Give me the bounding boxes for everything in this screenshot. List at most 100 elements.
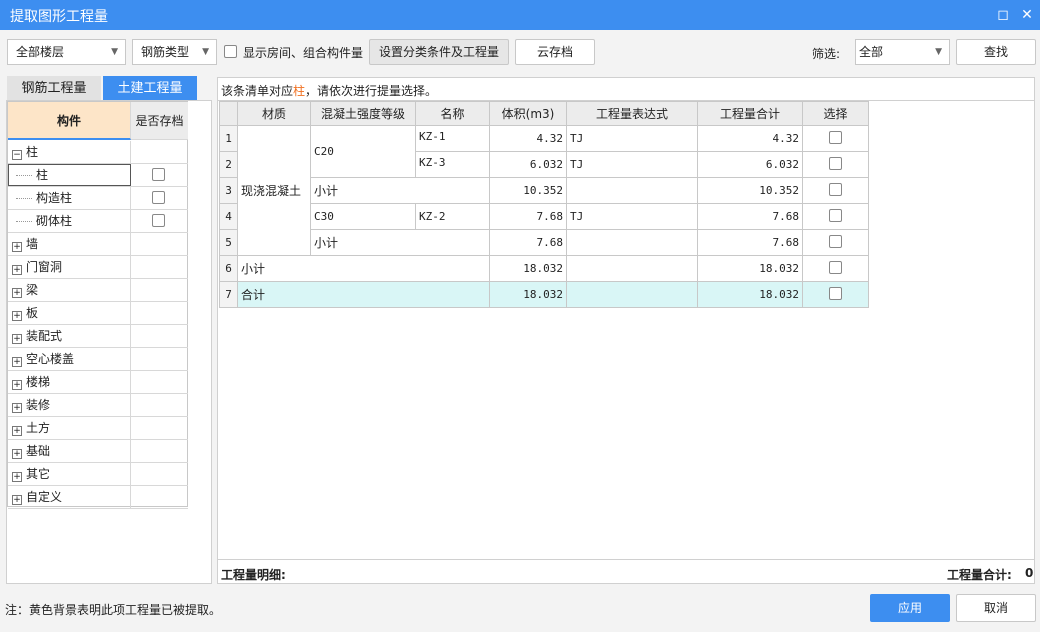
tree-item[interactable]: + 楼梯: [8, 371, 188, 394]
select-checkbox[interactable]: [829, 182, 842, 196]
expr-cell[interactable]: TJ: [566, 151, 698, 178]
expr-cell[interactable]: TJ: [566, 125, 698, 152]
volume-cell[interactable]: 4.32: [489, 125, 567, 152]
select-checkbox[interactable]: [829, 260, 842, 274]
expand-icon[interactable]: +: [12, 265, 22, 275]
table-row: 6 小计 18.032 18.032: [219, 255, 869, 282]
expand-icon[interactable]: +: [12, 357, 22, 367]
archive-checkbox[interactable]: [152, 168, 165, 181]
select-checkbox[interactable]: [829, 208, 842, 222]
table-header: 材质 混凝土强度等级 名称 体积(m3) 工程量表达式 工程量合计 选择: [219, 101, 869, 126]
tree-item[interactable]: + 墙: [8, 233, 188, 256]
tree-item[interactable]: + 其它: [8, 463, 188, 486]
name-cell: KZ-3: [415, 151, 490, 178]
expand-icon[interactable]: +: [12, 449, 22, 459]
expand-icon[interactable]: +: [12, 380, 22, 390]
tree-subitem[interactable]: 构造柱: [8, 187, 188, 210]
tree-item-label: 其它: [26, 467, 51, 481]
filter-select[interactable]: 全部 ▼: [855, 39, 950, 65]
set-conditions-button[interactable]: 设置分类条件及工程量: [369, 39, 509, 65]
rebar-type-select[interactable]: 钢筋类型 ▼: [132, 39, 217, 65]
tree-item-label: 空心楼盖: [26, 352, 75, 366]
total-cell: 7.68: [697, 203, 803, 230]
grade-cell: C30: [310, 203, 416, 230]
tab-civil[interactable]: 土建工程量: [103, 76, 197, 101]
table-row: 4 C30 KZ-2 7.68 TJ 7.68: [219, 203, 869, 230]
col-header: 材质: [237, 101, 311, 126]
tree-item-label: 柱: [36, 168, 49, 182]
tree-item[interactable]: + 板: [8, 302, 188, 325]
row-number: 3: [219, 177, 238, 204]
select-checkbox[interactable]: [829, 156, 842, 170]
expand-icon[interactable]: +: [12, 403, 22, 413]
chevron-down-icon: ▼: [111, 47, 118, 57]
note-text: 注：黄色背景表明此项工程量已被提取。: [5, 603, 222, 617]
tree-subitem[interactable]: 柱: [8, 164, 188, 187]
expand-icon[interactable]: +: [12, 495, 22, 505]
floor-value: 全部楼层: [16, 45, 65, 59]
material-cell: 现浇混凝土: [237, 125, 311, 256]
tree-item-label: 土方: [26, 421, 51, 435]
tree-header-archived: 是否存档: [131, 102, 188, 140]
tree-item[interactable]: + 装配式: [8, 325, 188, 348]
expand-icon[interactable]: +: [12, 426, 22, 436]
apply-button[interactable]: 应用: [870, 594, 950, 622]
tree-item[interactable]: + 基础: [8, 440, 188, 463]
row-number: 4: [219, 203, 238, 230]
volume-cell[interactable]: 7.68: [489, 203, 567, 230]
expand-icon[interactable]: +: [12, 242, 22, 252]
subtotal-label: 小计: [310, 177, 490, 204]
expr-cell: [566, 229, 698, 256]
col-header: 名称: [415, 101, 490, 126]
select-checkbox[interactable]: [829, 234, 842, 248]
floor-select[interactable]: 全部楼层 ▼: [7, 39, 126, 65]
filter-label: 筛选:: [812, 47, 841, 61]
tab-rebar[interactable]: 钢筋工程量: [7, 76, 101, 101]
row-number: 5: [219, 229, 238, 256]
chevron-down-icon: ▼: [202, 47, 209, 57]
total-cell: 10.352: [697, 177, 803, 204]
tree-item-label: 门窗洞: [26, 260, 63, 274]
archive-checkbox[interactable]: [152, 191, 165, 204]
filter-value: 全部: [859, 45, 884, 59]
expand-icon[interactable]: +: [12, 311, 22, 321]
component-tree: 构件 是否存档 − 柱柱构造柱 砌体柱 + 墙 + 门窗洞 + 梁 + 板 + 装配式 + 空心楼盖 + 楼梯 +…: [7, 101, 188, 509]
hint-prefix: 该条清单对应: [221, 84, 294, 98]
tree-item[interactable]: + 装修: [8, 394, 188, 417]
archive-checkbox[interactable]: [152, 214, 165, 227]
col-header: 混凝土强度等级: [310, 101, 416, 126]
expand-icon[interactable]: +: [12, 334, 22, 344]
col-header: 工程量表达式: [566, 101, 698, 126]
expand-icon[interactable]: +: [12, 288, 22, 298]
tree-item[interactable]: + 空心楼盖: [8, 348, 188, 371]
volume-cell[interactable]: 6.032: [489, 151, 567, 178]
tree-subitem[interactable]: 砌体柱: [8, 210, 188, 233]
tree-item-label: 基础: [26, 444, 51, 458]
tree-item[interactable]: + 梁: [8, 279, 188, 302]
expand-icon[interactable]: +: [12, 472, 22, 482]
close-icon[interactable]: ✕: [1017, 5, 1037, 25]
detail-label: 工程量明细:: [221, 568, 286, 582]
tree-item-label: 砌体柱: [36, 214, 73, 228]
volume-cell: 10.352: [489, 177, 567, 204]
tree-item[interactable]: − 柱: [8, 141, 188, 164]
total-cell: 18.032: [697, 281, 803, 308]
cloud-archive-button[interactable]: 云存档: [515, 39, 595, 65]
tree-item[interactable]: + 自定义: [8, 486, 188, 509]
tree-item-label: 楼梯: [26, 375, 51, 389]
expr-cell[interactable]: TJ: [566, 203, 698, 230]
restore-icon[interactable]: ◻: [993, 5, 1013, 25]
row-number: 2: [219, 151, 238, 178]
collapse-icon[interactable]: −: [12, 150, 22, 160]
tree-item-label: 柱: [26, 145, 39, 159]
cancel-button[interactable]: 取消: [956, 594, 1036, 622]
table-row-total: 7 合计 18.032 18.032: [219, 281, 869, 308]
find-button[interactable]: 查找: [956, 39, 1036, 65]
select-checkbox[interactable]: [829, 286, 842, 300]
tree-item[interactable]: + 门窗洞: [8, 256, 188, 279]
sum-label: 工程量合计:: [947, 568, 1012, 582]
show-rooms-checkbox[interactable]: [224, 45, 237, 58]
select-checkbox[interactable]: [829, 130, 842, 144]
tree-item[interactable]: + 土方: [8, 417, 188, 440]
table-row: 5 小计 7.68 7.68: [219, 229, 869, 256]
